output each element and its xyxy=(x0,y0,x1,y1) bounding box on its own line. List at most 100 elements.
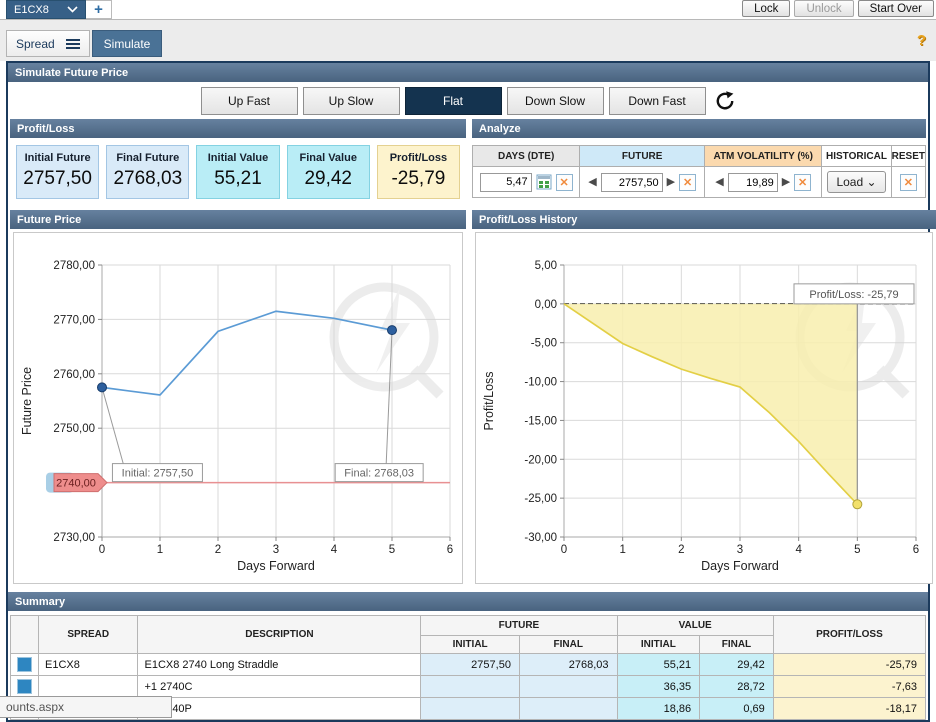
tab-spread[interactable]: Spread xyxy=(6,30,90,57)
summary-row-0[interactable]: E1CX8 E1CX8 2740 Long Straddle 2757,50 2… xyxy=(11,654,926,676)
svg-text:1: 1 xyxy=(619,544,625,556)
stat-card-4: Profit/Loss -25,79 xyxy=(377,145,460,199)
historical-load-button[interactable]: Load ⌄ xyxy=(827,171,885,193)
stat-cards: Initial Future 2757,50 Final Future 2768,… xyxy=(10,138,466,206)
future-price-chart-svg: 01234562730,002750,002760,002770,002780,… xyxy=(16,235,464,579)
svg-text:-10,00: -10,00 xyxy=(524,377,557,389)
top-buttons: Lock Unlock Start Over xyxy=(742,0,936,17)
atm-volatility-input[interactable] xyxy=(728,173,778,192)
tab-simulate[interactable]: Simulate xyxy=(92,30,162,57)
flat-button[interactable]: Flat xyxy=(405,87,502,115)
help-icon[interactable]: ? xyxy=(917,32,926,49)
summary-row-1[interactable]: +1 2740C 36,35 28,72 -7,63 xyxy=(11,676,926,698)
status-tooltip: ounts.aspx xyxy=(0,696,172,718)
doc-tab-e1cx8[interactable]: E1CX8 xyxy=(6,0,86,19)
analyze-title: Analyze xyxy=(479,123,521,135)
stat-card-label: Initial Future xyxy=(17,152,98,164)
up-fast-button[interactable]: Up Fast xyxy=(201,87,298,115)
profit-loss-header: Profit/Loss xyxy=(10,119,466,138)
svg-text:Future Price: Future Price xyxy=(20,367,34,435)
pl-history-chart-header: Profit/Loss History xyxy=(472,210,936,229)
reset-icon[interactable]: ✕ xyxy=(900,174,917,191)
stat-card-label: Initial Value xyxy=(197,152,278,164)
calendar-icon[interactable] xyxy=(536,174,552,190)
historical-header: HISTORICAL xyxy=(822,146,891,167)
lock-button[interactable]: Lock xyxy=(742,0,790,17)
description-cell: +1 2740P xyxy=(138,698,421,720)
stat-card-2: Initial Value 55,21 xyxy=(196,145,279,199)
svg-text:6: 6 xyxy=(447,544,453,556)
down-slow-button[interactable]: Down Slow xyxy=(507,87,604,115)
svg-text:2780,00: 2780,00 xyxy=(53,260,95,272)
stat-card-value: 2768,03 xyxy=(107,168,188,190)
svg-text:5: 5 xyxy=(389,544,395,556)
vol-increment-arrow[interactable]: ▶ xyxy=(782,177,790,188)
stat-card-value: -25,79 xyxy=(378,168,459,190)
stat-card-3: Final Value 29,42 xyxy=(287,145,370,199)
hamburger-menu-icon[interactable] xyxy=(66,38,80,50)
future-header: FUTURE xyxy=(580,146,705,167)
svg-text:-5,00: -5,00 xyxy=(531,338,557,350)
nav-strip: Spread Simulate ? xyxy=(0,20,936,61)
future-price-chart-title: Future Price xyxy=(17,214,81,226)
vol-decrement-arrow[interactable]: ◀ xyxy=(715,177,723,188)
doc-tab-label: E1CX8 xyxy=(14,4,49,16)
start-over-button[interactable]: Start Over xyxy=(858,0,934,17)
future-initial-header: INITIAL xyxy=(421,636,520,654)
future-input[interactable] xyxy=(601,173,663,192)
svg-text:2740,00: 2740,00 xyxy=(56,478,96,490)
future-decrement-arrow[interactable]: ◀ xyxy=(588,177,596,188)
refresh-icon[interactable] xyxy=(714,90,736,112)
svg-text:-20,00: -20,00 xyxy=(524,454,557,466)
value-initial-cell: 18,86 xyxy=(617,698,700,720)
days-clear-icon[interactable]: ✕ xyxy=(556,174,573,191)
unlock-button[interactable]: Unlock xyxy=(794,0,853,17)
svg-text:0: 0 xyxy=(561,544,567,556)
document-tab-strip: E1CX8 + Lock Unlock Start Over xyxy=(0,0,936,20)
value-final-cell: 29,42 xyxy=(700,654,774,676)
tab-simulate-label: Simulate xyxy=(104,37,151,51)
summary-title: Summary xyxy=(15,596,65,608)
svg-text:3: 3 xyxy=(737,544,743,556)
days-dte-input[interactable] xyxy=(480,173,532,192)
value-initial-header: INITIAL xyxy=(617,636,700,654)
future-col-group: FUTURE xyxy=(421,616,617,636)
svg-text:Initial: 2757,50: Initial: 2757,50 xyxy=(122,468,194,480)
svg-text:Days Forward: Days Forward xyxy=(237,559,315,573)
svg-text:Profit/Loss: Profit/Loss xyxy=(482,371,496,430)
stat-card-value: 29,42 xyxy=(288,168,369,190)
vol-clear-icon[interactable]: ✕ xyxy=(794,174,811,191)
pl-history-chart: 0123456-30,00-25,00-20,00-15,00-10,00-5,… xyxy=(475,232,933,584)
up-slow-button[interactable]: Up Slow xyxy=(303,87,400,115)
tab-spread-label: Spread xyxy=(16,37,55,51)
future-clear-icon[interactable]: ✕ xyxy=(679,174,696,191)
svg-text:2: 2 xyxy=(678,544,684,556)
svg-text:4: 4 xyxy=(795,544,802,556)
days-dte-header: DAYS (DTE) xyxy=(473,146,580,167)
simulate-button-row: Up Fast Up Slow Flat Down Slow Down Fast xyxy=(8,82,928,119)
row-swatch-cell xyxy=(11,654,39,676)
row-swatch-cell xyxy=(11,676,39,698)
analyze-panel: Analyze DAYS (DTE) FUTURE ATM VOLATILITY… xyxy=(472,119,926,206)
future-price-chart-header: Future Price xyxy=(10,210,466,229)
stat-card-label: Profit/Loss xyxy=(378,152,459,164)
stat-card-label: Final Value xyxy=(288,152,369,164)
profit-loss-cell: -7,63 xyxy=(773,676,925,698)
svg-text:2: 2 xyxy=(215,544,221,556)
analyze-header: Analyze xyxy=(472,119,926,138)
stat-card-value: 2757,50 xyxy=(17,168,98,190)
stat-card-value: 55,21 xyxy=(197,168,278,190)
load-label: Load xyxy=(836,175,863,189)
svg-text:5: 5 xyxy=(854,544,860,556)
stat-card-1: Final Future 2768,03 xyxy=(106,145,189,199)
analyze-table: DAYS (DTE) FUTURE ATM VOLATILITY (%) HIS… xyxy=(472,145,926,198)
svg-text:2770,00: 2770,00 xyxy=(53,314,95,326)
add-tab-button[interactable]: + xyxy=(86,0,112,19)
pl-history-chart-panel: Profit/Loss History 0123456-30,00-25,00-… xyxy=(472,210,936,587)
down-fast-button[interactable]: Down Fast xyxy=(609,87,706,115)
profit-loss-cell: -25,79 xyxy=(773,654,925,676)
future-increment-arrow[interactable]: ▶ xyxy=(667,177,675,188)
svg-text:-30,00: -30,00 xyxy=(524,532,557,544)
future-initial-cell xyxy=(421,676,520,698)
future-final-cell: 2768,03 xyxy=(519,654,617,676)
